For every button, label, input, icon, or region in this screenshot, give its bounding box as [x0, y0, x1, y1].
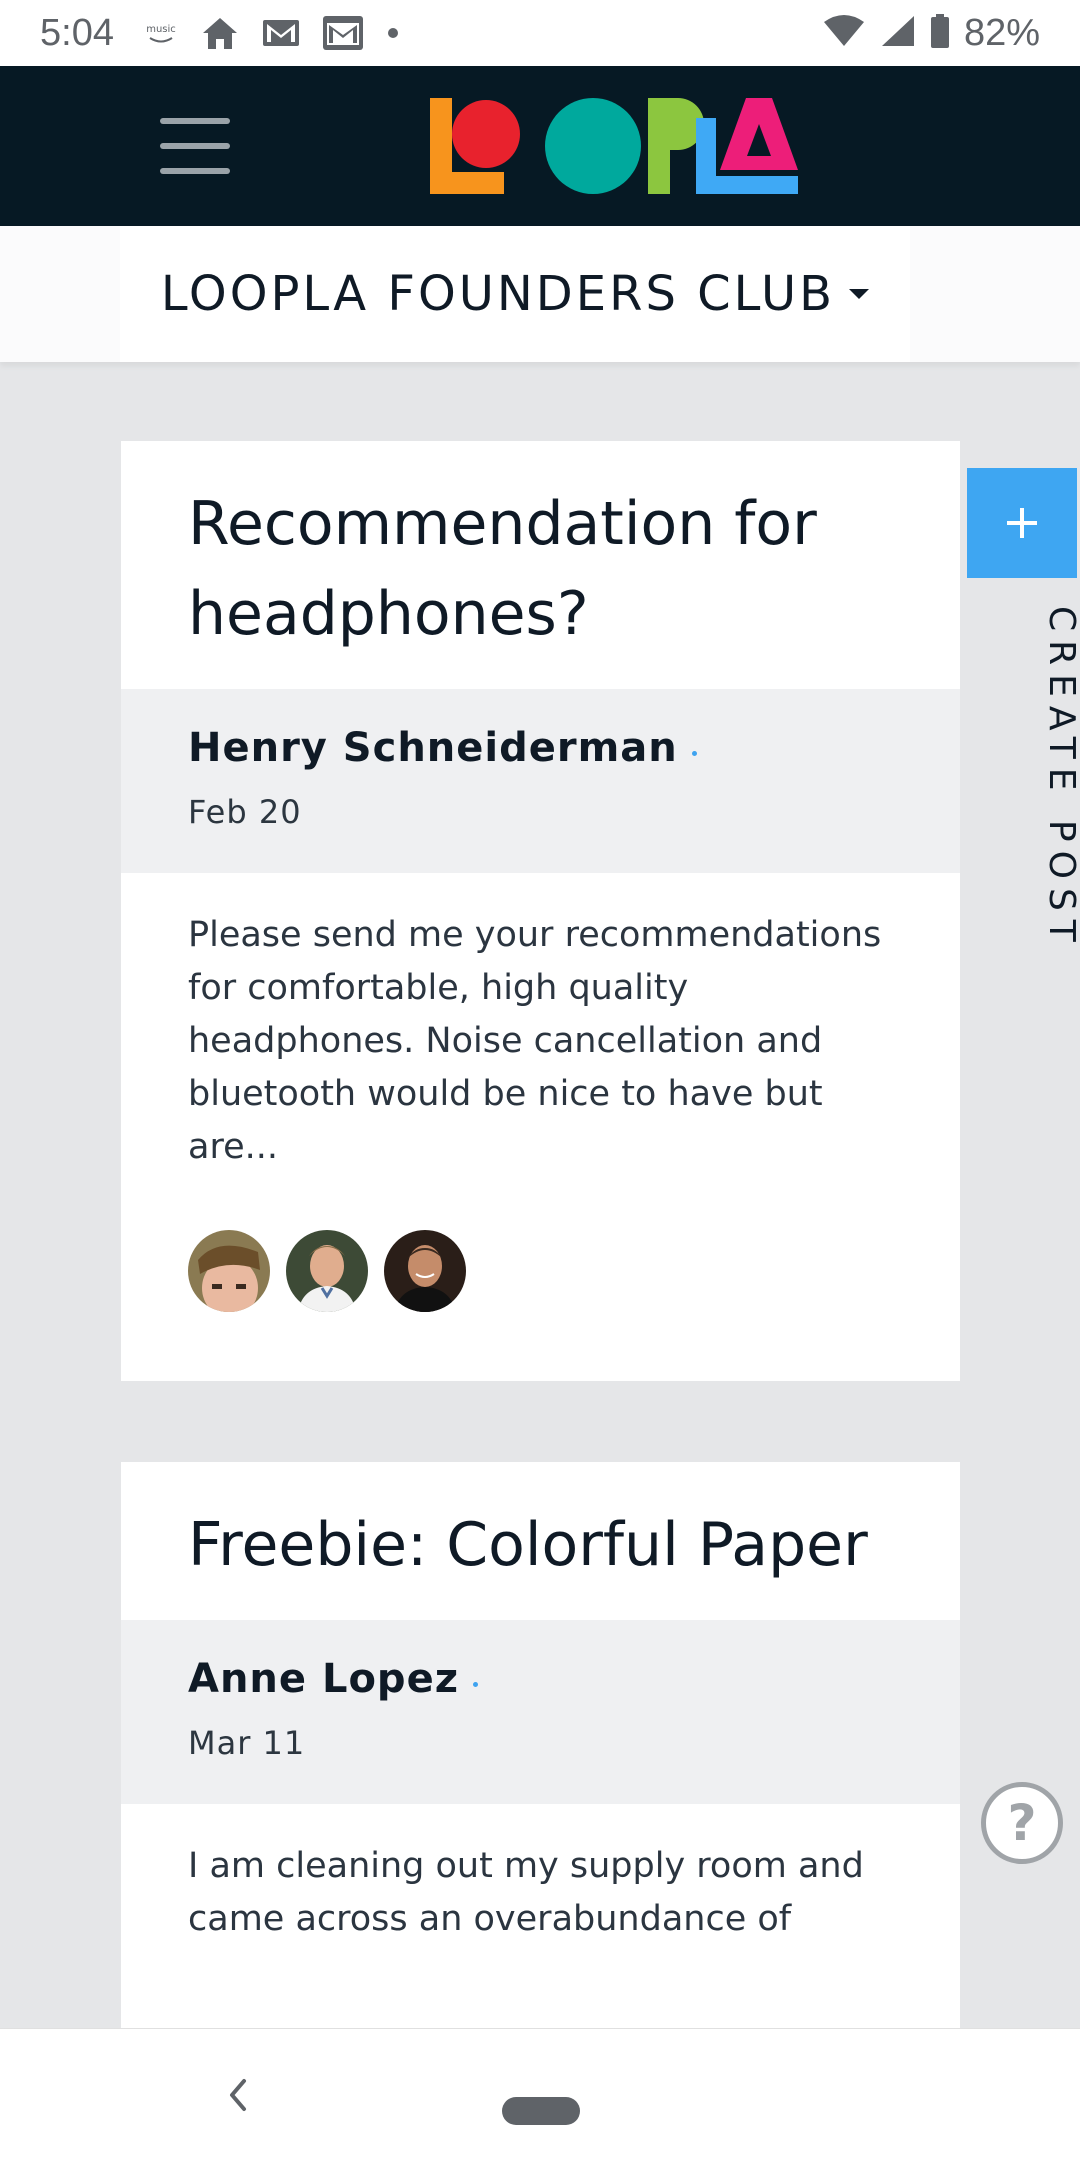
- online-dot-icon: [472, 1681, 478, 1687]
- post-meta: Henry Schneiderman Feb 20: [121, 689, 960, 873]
- gmail-icon: [262, 18, 300, 48]
- battery-icon: [930, 13, 950, 54]
- music-label: music: [146, 24, 176, 35]
- post-title-section: Recommendation for headphones?: [121, 441, 960, 689]
- post-card[interactable]: Recommendation for headphones? Henry Sch…: [121, 441, 960, 1381]
- caret-down-icon: [849, 289, 870, 299]
- post-card[interactable]: Freebie: Colorful Paper Anne Lopez Mar 1…: [121, 1462, 960, 2030]
- author-name: Anne Lopez: [188, 1656, 459, 1702]
- online-dot-icon: [691, 750, 697, 756]
- post-title[interactable]: Freebie: Colorful Paper: [188, 1500, 892, 1590]
- amazon-music-icon: music: [144, 18, 178, 48]
- home-icon: [200, 15, 240, 51]
- navigation-bar: [0, 2028, 1080, 2160]
- dot-icon: [386, 26, 400, 40]
- post-excerpt: I am cleaning out my supply room and cam…: [188, 1846, 864, 1939]
- app-header: [0, 66, 1080, 226]
- hamburger-menu-icon[interactable]: [160, 118, 230, 174]
- status-time: 5:04: [40, 11, 114, 54]
- post-author[interactable]: Henry Schneiderman: [188, 725, 697, 771]
- post-meta: Anne Lopez Mar 11: [121, 1620, 960, 1804]
- wifi-icon: [822, 14, 866, 53]
- loopla-logo[interactable]: [426, 96, 806, 196]
- club-bar: LOOPLA FOUNDERS CLUB: [0, 226, 1080, 362]
- plus-icon-stroke: [1020, 508, 1024, 538]
- home-pill-container: [0, 2095, 1080, 2125]
- club-title: LOOPLA FOUNDERS CLUB: [160, 266, 836, 322]
- post-date: Mar 11: [188, 1724, 306, 1762]
- avatar[interactable]: [384, 1230, 466, 1312]
- club-selector-dropdown[interactable]: LOOPLA FOUNDERS CLUB: [120, 226, 910, 362]
- post-title[interactable]: Recommendation for headphones?: [188, 479, 892, 659]
- post-excerpt: Please send me your recommendations for …: [188, 915, 882, 1167]
- post-body: I am cleaning out my supply room and cam…: [121, 1804, 960, 1986]
- post-body: Please send me your recommendations for …: [121, 873, 960, 1352]
- avatar[interactable]: [286, 1230, 368, 1312]
- signal-icon: [880, 14, 916, 53]
- create-post-label[interactable]: CREATE POST: [1022, 606, 1080, 951]
- participant-avatars: [188, 1230, 893, 1312]
- avatar[interactable]: [188, 1230, 270, 1312]
- post-author[interactable]: Anne Lopez: [188, 1656, 478, 1702]
- post-title-section: Freebie: Colorful Paper: [121, 1462, 960, 1620]
- help-icon[interactable]: ?: [981, 1782, 1063, 1864]
- home-pill-icon[interactable]: [502, 2097, 580, 2125]
- create-post-button[interactable]: [967, 468, 1077, 578]
- author-name: Henry Schneiderman: [188, 725, 678, 771]
- status-bar: 5:04 music 82%: [0, 0, 1080, 66]
- gmail-icon: [322, 15, 364, 51]
- battery-percent: 82%: [963, 11, 1040, 54]
- post-date: Feb 20: [188, 793, 302, 831]
